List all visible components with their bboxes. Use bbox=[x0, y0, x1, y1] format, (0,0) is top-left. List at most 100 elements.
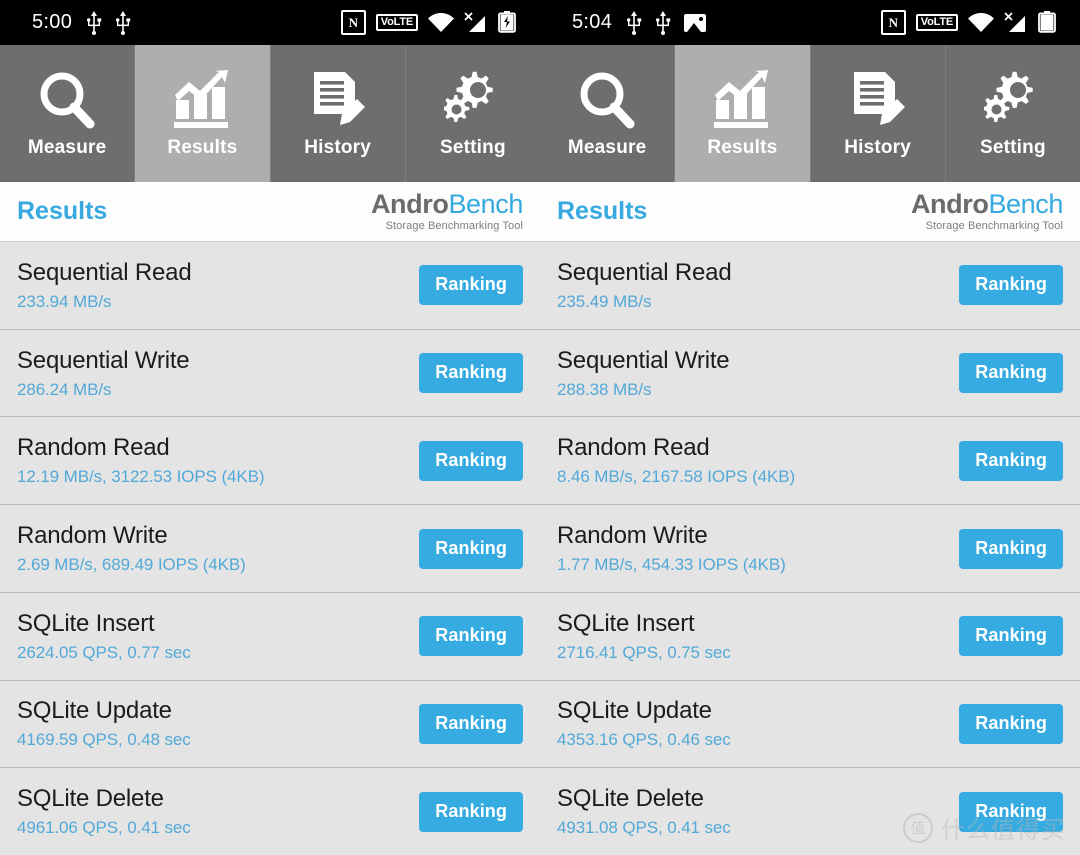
tab-history[interactable]: History bbox=[270, 45, 406, 182]
watermark: 值 什么值得买 bbox=[903, 810, 1066, 845]
androbench-logo: AndroBench Storage Benchmarking Tool bbox=[357, 191, 523, 232]
tab-icon-wrapper bbox=[578, 68, 636, 130]
benchmark-value: 2.69 MB/s, 689.49 IOPS (4KB) bbox=[17, 555, 246, 575]
dual-screenshot-composite: 5:00 N VoLTE Measure Results History Set… bbox=[0, 0, 1080, 855]
tab-label: Measure bbox=[567, 137, 647, 158]
benchmark-row-texts: SQLite Update 4353.16 QPS, 0.46 sec bbox=[557, 697, 731, 750]
benchmark-value: 4169.59 QPS, 0.48 sec bbox=[17, 730, 191, 750]
status-bar: 5:04 N VoLTE bbox=[540, 0, 1080, 45]
status-bar-right-icons: N VoLTE bbox=[880, 10, 1070, 35]
benchmark-row: Random Write 2.69 MB/s, 689.49 IOPS (4KB… bbox=[0, 505, 540, 593]
bar-chart-icon bbox=[173, 70, 231, 130]
logo-subtitle: Storage Benchmarking Tool bbox=[925, 220, 1063, 232]
bar-chart-icon bbox=[713, 70, 771, 130]
page-title: Results bbox=[17, 197, 108, 225]
usb-icon bbox=[115, 10, 131, 35]
tab-measure[interactable]: Measure bbox=[0, 45, 136, 182]
logo-subtitle: Storage Benchmarking Tool bbox=[385, 220, 523, 232]
benchmark-row: Sequential Write 286.24 MB/s Ranking bbox=[0, 329, 540, 418]
benchmark-row-texts: SQLite Delete 4931.08 QPS, 0.41 sec bbox=[557, 785, 731, 838]
document-pencil-icon bbox=[849, 70, 907, 130]
benchmark-row-texts: SQLite Insert 2624.05 QPS, 0.77 sec bbox=[17, 610, 191, 663]
tab-setting[interactable]: Setting bbox=[945, 45, 1080, 182]
benchmark-name: Random Write bbox=[557, 522, 708, 550]
magnifier-icon bbox=[578, 70, 636, 130]
tab-icon-wrapper bbox=[173, 68, 231, 130]
benchmark-value: 286.24 MB/s bbox=[17, 379, 112, 399]
logo-text: AndroBench Storage Benchmarking Tool bbox=[371, 191, 523, 232]
benchmark-name: SQLite Delete bbox=[557, 785, 704, 813]
ranking-button[interactable]: Ranking bbox=[419, 265, 523, 306]
tab-results[interactable]: Results bbox=[135, 45, 271, 182]
watermark-badge-icon: 值 bbox=[903, 812, 933, 843]
tab-label: Setting bbox=[439, 137, 506, 158]
ranking-button[interactable]: Ranking bbox=[959, 353, 1063, 394]
benchmark-row: Random Write 1.77 MB/s, 454.33 IOPS (4KB… bbox=[540, 505, 1080, 593]
benchmark-row-texts: SQLite Insert 2716.41 QPS, 0.75 sec bbox=[557, 610, 731, 663]
ranking-button[interactable]: Ranking bbox=[419, 616, 523, 657]
logo-name: AndroBench bbox=[370, 189, 523, 219]
gears-icon bbox=[982, 70, 1042, 130]
ranking-button[interactable]: Ranking bbox=[419, 791, 523, 832]
benchmark-row: Random Read 12.19 MB/s, 3122.53 IOPS (4K… bbox=[0, 417, 540, 506]
nfc-icon: N bbox=[880, 10, 906, 35]
benchmark-name: Random Read bbox=[17, 434, 170, 462]
ranking-button[interactable]: Ranking bbox=[959, 440, 1063, 481]
gears-icon bbox=[442, 70, 502, 130]
ranking-button[interactable]: Ranking bbox=[419, 703, 523, 744]
benchmark-row-texts: Random Write 1.77 MB/s, 454.33 IOPS (4KB… bbox=[557, 522, 786, 575]
logo-text: AndroBench Storage Benchmarking Tool bbox=[911, 191, 1063, 232]
usb-icon bbox=[86, 10, 102, 35]
benchmark-row: Random Read 8.46 MB/s, 2167.58 IOPS (4KB… bbox=[540, 417, 1080, 506]
benchmark-row: Sequential Read 235.49 MB/s Ranking bbox=[540, 242, 1080, 330]
benchmark-value: 4931.08 QPS, 0.41 sec bbox=[557, 818, 731, 838]
benchmark-name: SQLite Insert bbox=[17, 609, 155, 637]
ranking-button[interactable]: Ranking bbox=[419, 353, 523, 394]
ranking-button[interactable]: Ranking bbox=[419, 440, 523, 481]
androbench-panel: 5:04 N VoLTE Measure Results History Set… bbox=[540, 0, 1080, 855]
nfc-icon: N bbox=[340, 10, 366, 35]
benchmark-name: Random Write bbox=[17, 522, 168, 550]
benchmark-name: Sequential Read bbox=[17, 258, 192, 286]
tab-icon-wrapper bbox=[442, 68, 502, 130]
benchmark-row-texts: SQLite Delete 4961.06 QPS, 0.41 sec bbox=[17, 785, 191, 838]
benchmark-name: SQLite Update bbox=[17, 697, 172, 725]
benchmark-name: SQLite Delete bbox=[17, 785, 164, 813]
watermark-text: 什么值得买 bbox=[941, 817, 1066, 844]
tab-label: Setting bbox=[979, 137, 1046, 158]
picture-icon bbox=[684, 13, 707, 32]
benchmark-row-texts: Sequential Read 235.49 MB/s bbox=[557, 259, 732, 312]
benchmark-name: Sequential Write bbox=[17, 346, 190, 374]
tab-label: Measure bbox=[27, 137, 107, 158]
benchmark-row-texts: Sequential Read 233.94 MB/s bbox=[17, 258, 192, 312]
benchmark-row-texts: Random Write 2.69 MB/s, 689.49 IOPS (4KB… bbox=[17, 522, 246, 575]
ranking-button[interactable]: Ranking bbox=[959, 528, 1063, 569]
benchmark-row-texts: SQLite Update 4169.59 QPS, 0.48 sec bbox=[17, 697, 191, 750]
signal-no-service-icon bbox=[1004, 11, 1028, 34]
benchmark-row: SQLite Insert 2716.41 QPS, 0.75 sec Rank… bbox=[540, 592, 1080, 681]
ranking-button[interactable]: Ranking bbox=[959, 703, 1063, 744]
benchmark-value: 2624.05 QPS, 0.77 sec bbox=[17, 642, 191, 662]
battery-icon bbox=[1038, 10, 1056, 35]
ranking-button[interactable]: Ranking bbox=[959, 616, 1063, 657]
tab-setting[interactable]: Setting bbox=[405, 45, 540, 182]
benchmark-row: Sequential Write 288.38 MB/s Ranking bbox=[540, 329, 1080, 418]
benchmark-name: Random Read bbox=[557, 434, 710, 462]
benchmark-row: Sequential Read 233.94 MB/s Ranking bbox=[0, 242, 540, 330]
tab-measure[interactable]: Measure bbox=[540, 45, 676, 182]
battery-charging-icon bbox=[498, 10, 516, 35]
tab-results[interactable]: Results bbox=[675, 45, 811, 182]
tab-history[interactable]: History bbox=[810, 45, 946, 182]
benchmark-value: 2716.41 QPS, 0.75 sec bbox=[557, 642, 731, 662]
benchmark-value: 235.49 MB/s bbox=[557, 291, 652, 311]
ranking-button[interactable]: Ranking bbox=[419, 528, 523, 569]
benchmark-row: SQLite Insert 2624.05 QPS, 0.77 sec Rank… bbox=[0, 592, 540, 681]
page-title: Results bbox=[557, 197, 648, 225]
tab-icon-wrapper bbox=[38, 68, 96, 130]
ranking-button[interactable]: Ranking bbox=[959, 265, 1063, 306]
volte-icon: VoLTE bbox=[915, 13, 958, 32]
wifi-icon bbox=[968, 12, 994, 32]
tab-label: Results bbox=[167, 137, 238, 158]
usb-icon bbox=[655, 10, 671, 35]
benchmark-value: 12.19 MB/s, 3122.53 IOPS (4KB) bbox=[17, 467, 265, 487]
